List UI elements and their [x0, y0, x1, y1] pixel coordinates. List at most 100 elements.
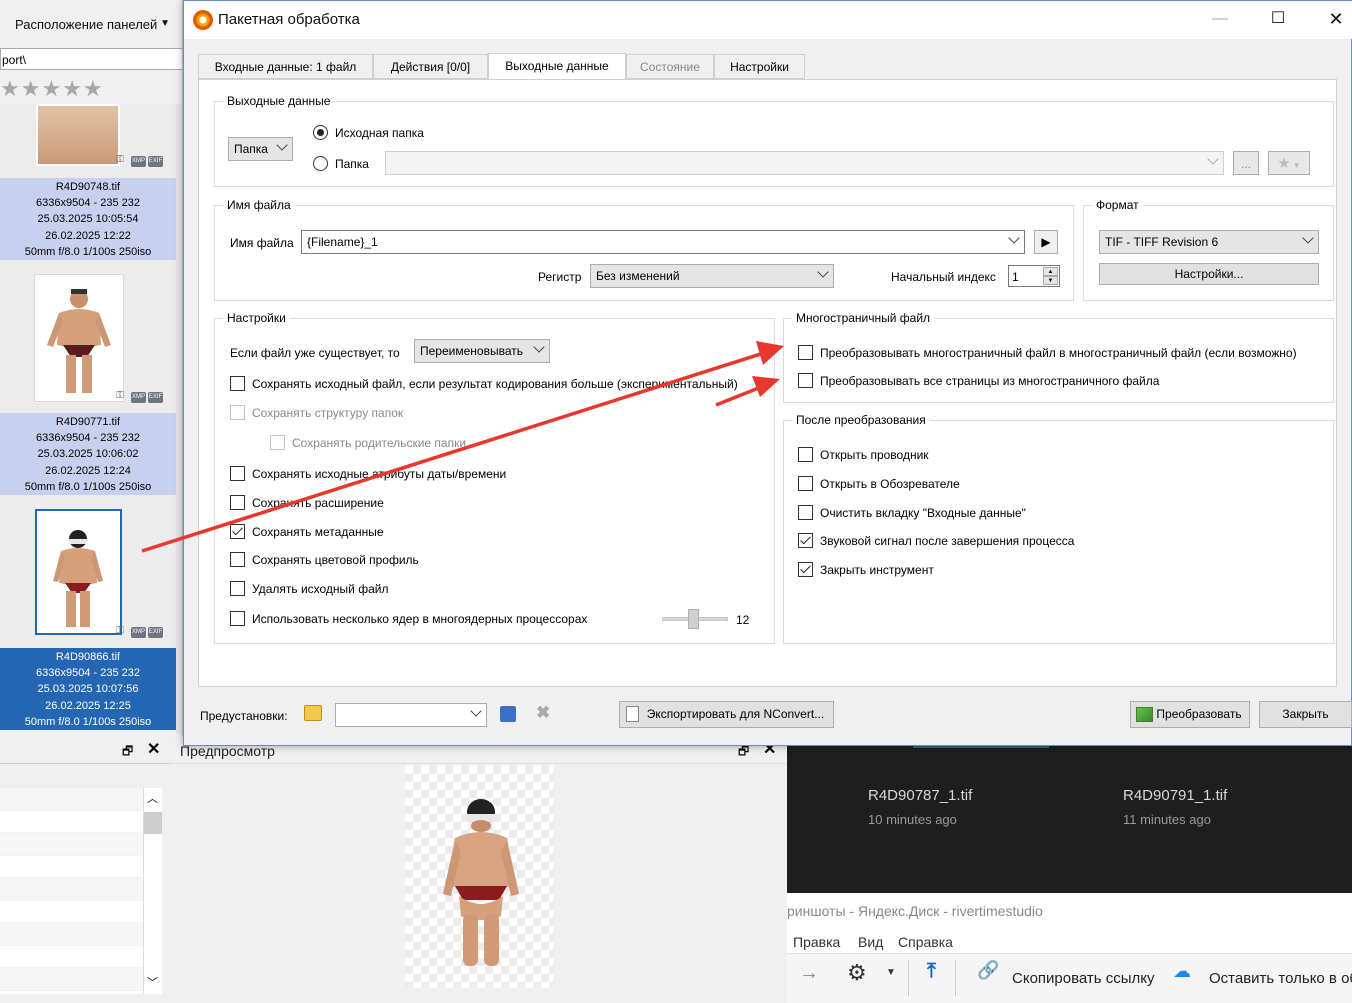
play-icon[interactable]: ▶ [1034, 230, 1058, 254]
close-icon[interactable]: ✕ [1322, 7, 1350, 31]
thumbnail-info-selected[interactable]: R4D90866.tif 6336x9504 - 235 232 25.03.2… [0, 648, 176, 730]
if-exists-select[interactable]: Переименовывать [414, 339, 550, 363]
favorites-button[interactable]: ★ ▼ [1268, 151, 1310, 175]
cores-slider-thumb[interactable] [688, 609, 699, 629]
path-input[interactable]: port\ [0, 48, 182, 70]
checkbox-sound[interactable] [798, 533, 813, 548]
thumbnail-cell[interactable]: ⚿ XMP EXIF [0, 104, 176, 178]
tab-input[interactable]: Входные данные: 1 файл [198, 54, 373, 79]
start-index-spinner[interactable]: 1 ▲ ▼ [1008, 265, 1060, 287]
chevron-down-icon [276, 139, 288, 151]
upload-icon[interactable]: ⤒ [927, 960, 936, 983]
chevron-down-icon [1302, 232, 1314, 244]
thumbnail-image[interactable] [36, 104, 120, 166]
checkbox-keep-original-if-larger[interactable] [230, 376, 245, 391]
checkbox-keep-parent-folders[interactable] [270, 435, 285, 450]
folder-icon[interactable] [304, 705, 322, 721]
xmp-badge: XMP [131, 156, 146, 167]
panel-layout-dropdown[interactable]: Расположение панелей ▼ [0, 8, 178, 42]
checkbox-keep-datetime[interactable] [230, 466, 245, 481]
checkbox-open-explorer[interactable] [798, 447, 813, 462]
checkbox-open-in-browser[interactable] [798, 476, 813, 491]
checkbox-keep-metadata[interactable] [230, 524, 245, 539]
checkbox-keep-folder-structure[interactable] [230, 405, 245, 420]
checkbox-clear-input[interactable] [798, 505, 813, 520]
chevron-up-icon[interactable]: ︿ [147, 790, 158, 806]
close-button[interactable]: Закрыть [1259, 701, 1352, 728]
thumbnail-info[interactable]: R4D90748.tif 6336x9504 - 235 232 25.03.2… [0, 178, 176, 260]
multipage-group: Многостраничный файл Преобразовывать мно… [783, 311, 1334, 403]
keep-only-button[interactable]: Оставить только в об [1209, 970, 1352, 987]
arrow-right-icon[interactable]: → [799, 962, 819, 985]
star-icon[interactable]: ★ [0, 76, 21, 101]
folder-path-input[interactable] [385, 151, 1224, 175]
tab-actions[interactable]: Действия [0/0] [373, 54, 488, 79]
tab-status[interactable]: Состояние [626, 54, 714, 79]
minimize-icon[interactable]: — [1206, 7, 1234, 31]
star-icon[interactable]: ★ [21, 76, 42, 101]
star-icon[interactable]: ★ [41, 76, 62, 101]
tab-output[interactable]: Выходные данные [488, 53, 626, 79]
link-icon[interactable]: 🔗 [977, 960, 999, 981]
thumb-date-modified: 25.03.2025 10:07:56 [37, 683, 139, 696]
spin-up-icon[interactable]: ▲ [1043, 267, 1058, 276]
case-select[interactable]: Без изменений [590, 264, 834, 288]
thumbnail-image[interactable] [34, 274, 124, 402]
star-icon[interactable]: ★ [62, 76, 83, 101]
thumb-filename: R4D90771.tif [55, 416, 121, 428]
spin-down-icon[interactable]: ▼ [1043, 276, 1058, 285]
destination-value: Папка [234, 142, 268, 156]
chevron-down-icon[interactable]: ▼ [886, 967, 896, 978]
checkbox-keep-extension[interactable] [230, 495, 245, 510]
preview-image[interactable] [405, 766, 553, 988]
radio-source-folder[interactable] [313, 125, 328, 140]
tab-settings[interactable]: Настройки [714, 54, 805, 79]
checkbox-close-tool[interactable] [798, 562, 813, 577]
file-name[interactable]: R4D90791_1.tif [1123, 787, 1227, 804]
checkbox-convert-all-pages[interactable] [798, 373, 813, 388]
star-icon[interactable]: ★ [83, 76, 104, 101]
checkbox-keep-color-profile[interactable] [230, 552, 245, 567]
info-scrollbar[interactable]: ︿ ﹀ [143, 788, 162, 994]
chevron-down-icon[interactable]: ﹀ [147, 974, 158, 990]
close-icon[interactable]: ✕ [147, 739, 160, 759]
delete-icon[interactable]: ✖ [536, 703, 550, 723]
destination-select[interactable]: Папка [228, 137, 293, 161]
save-icon[interactable] [500, 706, 516, 722]
rating-filter[interactable]: ★★★★★ [0, 78, 104, 100]
thumbnail-image[interactable] [35, 509, 122, 635]
menu-view[interactable]: Вид [858, 934, 883, 950]
checkbox-label: Сохранять исходный файл, если результат … [252, 377, 738, 391]
format-settings-button[interactable]: Настройки... [1099, 263, 1319, 285]
info-list[interactable] [0, 788, 144, 994]
checkbox-multicore[interactable] [230, 611, 245, 626]
lock-icon: ⚿ [116, 154, 124, 165]
copy-link-button[interactable]: Скопировать ссылку [1012, 970, 1155, 987]
cloud-icon[interactable]: ☁ [1173, 961, 1191, 982]
chevron-down-icon: ▼ [1290, 161, 1301, 170]
thumbnail-cell[interactable]: ⚿ XMP EXIF [0, 260, 176, 413]
export-label: Экспортировать для NConvert... [646, 707, 825, 721]
format-select[interactable]: TIF - TIFF Revision 6 [1099, 230, 1319, 254]
menu-edit[interactable]: Правка [793, 934, 840, 950]
chevron-down-icon: ▼ [160, 18, 170, 29]
menu-help[interactable]: Справка [898, 934, 953, 950]
presets-select[interactable] [335, 703, 487, 727]
thumbnail-scrollbar[interactable] [176, 104, 182, 734]
browse-button[interactable]: ... [1233, 151, 1259, 175]
thumbnail-cell[interactable]: ⚿ XMP EXIF [0, 495, 176, 648]
restore-icon[interactable]: 🗗 [122, 742, 133, 763]
divider [908, 960, 909, 996]
checkbox-multipage-to-multipage[interactable] [798, 345, 813, 360]
gear-icon[interactable]: ⚙ [847, 960, 867, 986]
maximize-icon[interactable]: ☐ [1264, 7, 1292, 31]
convert-button[interactable]: Преобразовать [1130, 701, 1250, 728]
scroll-thumb[interactable] [144, 812, 162, 834]
thumbnail-info[interactable]: R4D90771.tif 6336x9504 - 235 232 25.03.2… [0, 413, 176, 495]
panel-layout-label: Расположение панелей [15, 17, 158, 32]
checkbox-delete-original[interactable] [230, 581, 245, 596]
filename-input[interactable]: {Filename}_1 [301, 230, 1025, 254]
radio-folder[interactable] [313, 156, 328, 171]
export-nconvert-button[interactable]: Экспортировать для NConvert... [619, 701, 834, 728]
file-name[interactable]: R4D90787_1.tif [868, 787, 972, 804]
